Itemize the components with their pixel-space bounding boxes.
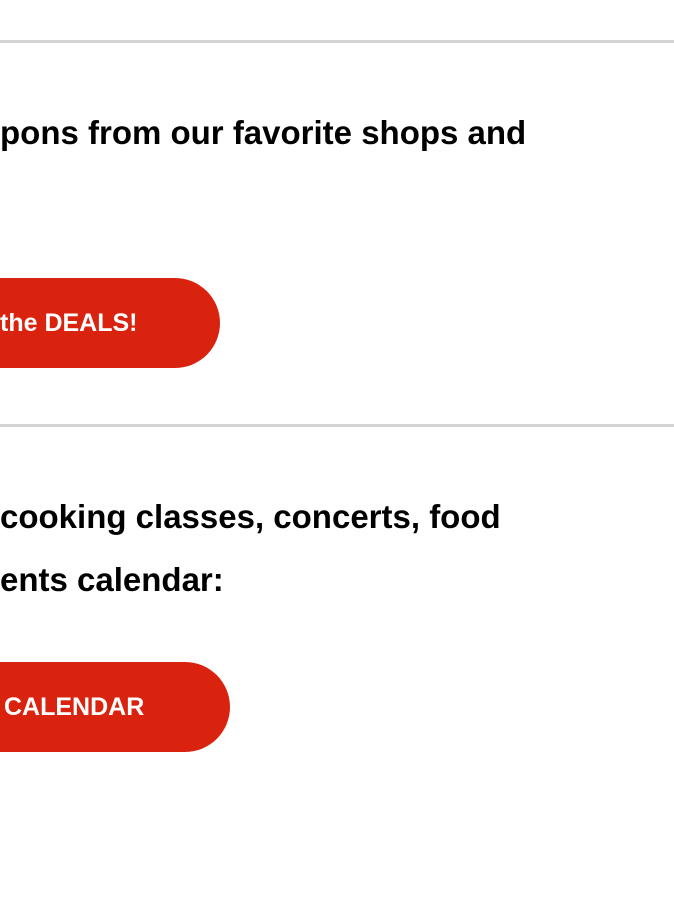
section-divider — [0, 424, 674, 427]
see-deals-button[interactable]: the DEALS! — [0, 278, 220, 368]
deals-description-line: pons from our favorite shops and — [0, 114, 527, 151]
page: pons from our favorite shops and the DEA… — [0, 0, 674, 921]
events-calendar-button[interactable]: CALENDAR — [0, 662, 230, 752]
events-description-line-1: cooking classes, concerts, food — [0, 498, 501, 535]
section-divider — [0, 40, 674, 43]
events-description-line-2: ents calendar: — [0, 561, 224, 598]
